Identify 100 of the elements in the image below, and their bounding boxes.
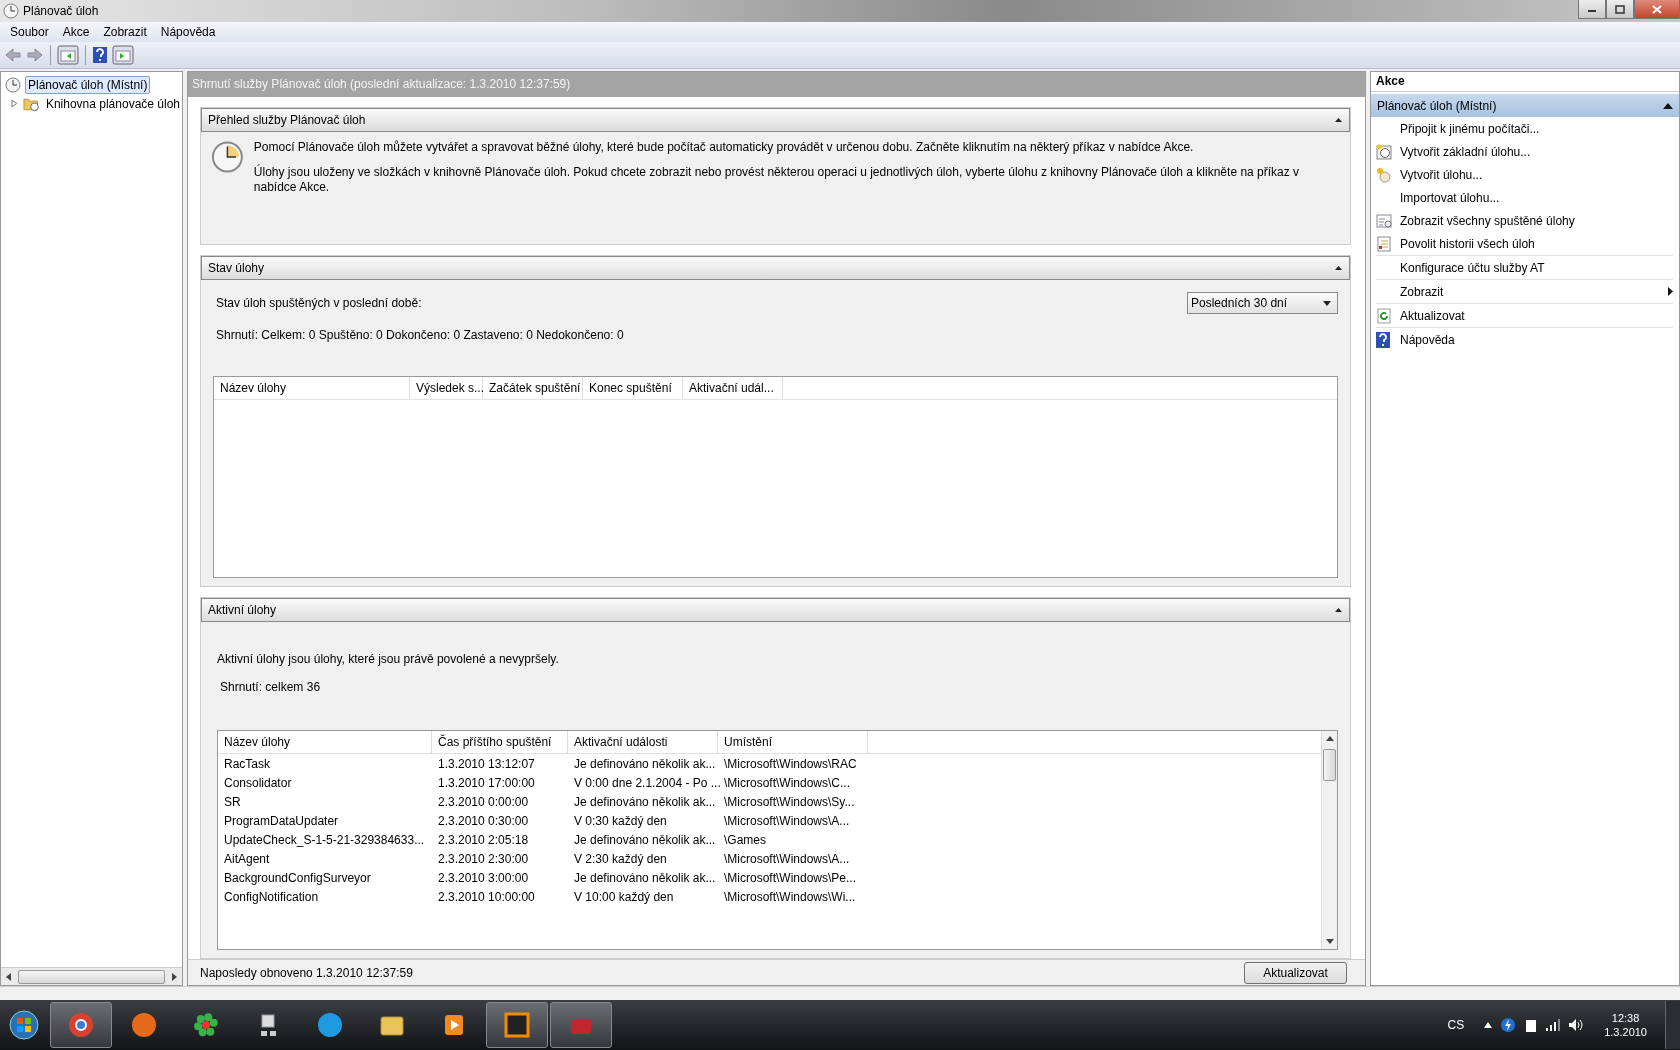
submenu-arrow-icon — [1668, 287, 1673, 296]
tree-item[interactable]: Plánovač úloh (Místní) — [25, 75, 151, 94]
table-cell-text: RacTask — [223, 756, 271, 771]
back-arrow-icon[interactable] — [4, 47, 22, 63]
collapse-arrow-icon[interactable] — [1335, 607, 1343, 613]
table-cell-text: \Games — [723, 832, 767, 847]
collapse-arrow-icon[interactable] — [1663, 102, 1673, 109]
clock-icon — [5, 76, 21, 93]
action-item[interactable]: Povolit historii všech úloh — [1400, 236, 1535, 251]
action-item[interactable]: Importovat úlohu... — [1400, 190, 1500, 205]
power-icon[interactable] — [1524, 1017, 1539, 1033]
table-cell-text: \Microsoft\Windows\C... — [723, 775, 852, 790]
scroll-down-icon[interactable] — [1325, 939, 1334, 944]
section-header[interactable]: Přehled služby Plánovač úloh — [201, 108, 1350, 132]
column-header[interactable]: Aktivační události — [568, 731, 718, 753]
column-header[interactable]: Začátek spuštění — [483, 377, 583, 399]
column-header[interactable]: Aktivační udál... — [683, 377, 783, 399]
action-item[interactable]: Zobrazit — [1400, 284, 1444, 299]
table-cell-text: UpdateCheck_S-1-5-21-329384633... — [223, 832, 426, 847]
table-cell-text: Je definováno několik ak... — [573, 870, 717, 885]
collapse-arrow-icon[interactable] — [1335, 117, 1343, 123]
document-icon — [1376, 235, 1392, 252]
menu-item[interactable]: Akce — [55, 25, 97, 39]
column-header[interactable]: Konec spuštění — [583, 377, 683, 399]
action-item[interactable]: Aktualizovat — [1400, 308, 1465, 323]
tree-item[interactable]: Knihovna plánovače úloh — [43, 95, 182, 112]
speaker-icon[interactable] — [1568, 1018, 1585, 1032]
scroll-thumb[interactable] — [1323, 749, 1336, 781]
help-icon — [1376, 331, 1390, 348]
active-summary: Shrnutí: celkem 36 — [220, 680, 322, 694]
refresh-icon — [1376, 307, 1392, 324]
show-desktop-button[interactable] — [1665, 1001, 1680, 1049]
action-item[interactable]: Připojit k jinému počítači... — [1400, 121, 1540, 136]
description: Aktivní úlohy jsou úlohy, které jsou právě povolené a nevypršely. — [217, 652, 560, 666]
scroll-right-icon[interactable] — [172, 972, 177, 981]
section-title: Stav úlohy — [208, 261, 265, 275]
column-header[interactable]: Umístění — [718, 731, 868, 753]
last-refresh-text: Naposledy obnoveno 1.3.2010 12:37:59 — [200, 965, 413, 980]
table-cell-text: V 0:00 dne 2.1.2004 - Po ... — [573, 775, 718, 790]
action-item[interactable]: Zobrazit všechny spuštěné úlohy — [1400, 213, 1575, 228]
section-header[interactable]: Stav úlohy — [201, 256, 1350, 280]
clock-icon — [1376, 143, 1392, 160]
table-cell-text: V 10:00 každý den — [573, 889, 675, 904]
close-button[interactable] — [1634, 0, 1680, 19]
actions-title: Akce — [1371, 72, 1679, 92]
table-cell-text: SR — [223, 794, 242, 809]
menu-item[interactable]: Zobrazit — [96, 25, 154, 39]
refresh-button[interactable]: Aktualizovat — [1244, 961, 1347, 984]
list-icon — [1376, 212, 1392, 229]
taskbar-app-icon[interactable] — [50, 1002, 112, 1048]
action-item[interactable]: Konfigurace účtu služby AT — [1400, 260, 1545, 275]
lightning-icon[interactable] — [1500, 1017, 1517, 1033]
action-item[interactable]: Vytvořit úlohu... — [1400, 167, 1483, 182]
actions-group-header[interactable]: Plánovač úloh (Místní) — [1371, 94, 1679, 117]
expand-arrow-icon[interactable] — [11, 99, 19, 108]
language-indicator[interactable]: CS — [1447, 1018, 1465, 1032]
column-header[interactable]: Název úlohy — [218, 731, 432, 753]
table-cell-text: \Microsoft\Windows\RAC — [723, 756, 858, 771]
show-actions-icon[interactable] — [112, 45, 134, 65]
table-cell-text: \Microsoft\Windows\A... — [723, 813, 851, 828]
status-label: Stav úloh spuštěných v poslední době: — [216, 296, 422, 310]
paragraph: Pomocí Plánovače úloh můžete vytvářet a spravovat běžné úlohy, které bude počítač automaticky provádět v určenou dobu. Začněte kliknutím na některý příkaz v nabídce Akce. — [253, 140, 1195, 155]
column-header[interactable]: Výsledek s... — [410, 377, 483, 399]
maximize-button[interactable] — [1606, 0, 1634, 19]
menu-item[interactable]: Nápověda — [153, 25, 223, 39]
scroll-left-icon[interactable] — [6, 972, 11, 981]
menu-item[interactable]: Soubor — [3, 25, 56, 39]
section-header[interactable]: Aktivní úlohy — [201, 598, 1350, 622]
table-cell-text: AitAgent — [223, 851, 271, 866]
table-cell-text: V 2:30 každý den — [573, 851, 668, 866]
horizontal-scrollbar[interactable] — [1, 967, 182, 985]
panel-header: Shrnutí služby Plánovač úloh (poslední aktualizace: 1.3.2010 12:37:59) — [188, 72, 1365, 97]
table-cell-text: Consolidator — [223, 775, 293, 790]
forward-arrow-icon[interactable] — [26, 47, 44, 63]
minimize-button[interactable] — [1578, 0, 1606, 19]
vertical-scrollbar[interactable] — [1321, 731, 1337, 949]
table-cell-text: V 0:30 každý den — [573, 813, 668, 828]
taskbar-app-icon[interactable] — [486, 1002, 548, 1048]
column-header[interactable]: Název úlohy — [214, 377, 410, 399]
clock-icon — [3, 3, 19, 19]
caret-icon — [1323, 300, 1331, 306]
table-cell-text: \Microsoft\Windows\Pe... — [723, 870, 858, 885]
show-pane-icon[interactable] — [57, 45, 79, 65]
action-item[interactable]: Nápověda — [1400, 332, 1455, 347]
column-header[interactable]: Čas příštího spuštění — [432, 731, 568, 753]
table-cell-text: Je definováno několik ak... — [573, 832, 717, 847]
show-hidden-icons-icon[interactable] — [1484, 1022, 1493, 1028]
signal-icon[interactable] — [1546, 1019, 1561, 1031]
clock-date[interactable]: 1.3.2010 — [1604, 1026, 1647, 1038]
table-cell-text: BackgroundConfigSurveyor — [223, 870, 372, 885]
scroll-up-icon[interactable] — [1325, 736, 1334, 741]
period-dropdown[interactable]: Posledních 30 dní — [1187, 292, 1338, 314]
group-title: Plánovač úloh (Místní) — [1377, 98, 1497, 113]
table-cell-text: 2.3.2010 0:00:00 — [437, 794, 530, 809]
clock-time[interactable]: 12:38 — [1611, 1012, 1640, 1024]
collapse-arrow-icon[interactable] — [1335, 265, 1343, 271]
help-icon[interactable] — [92, 46, 108, 64]
scroll-thumb[interactable] — [18, 969, 165, 984]
table-cell-text: 2.3.2010 2:05:18 — [437, 832, 530, 847]
action-item[interactable]: Vytvořit základní úlohu... — [1400, 144, 1531, 159]
